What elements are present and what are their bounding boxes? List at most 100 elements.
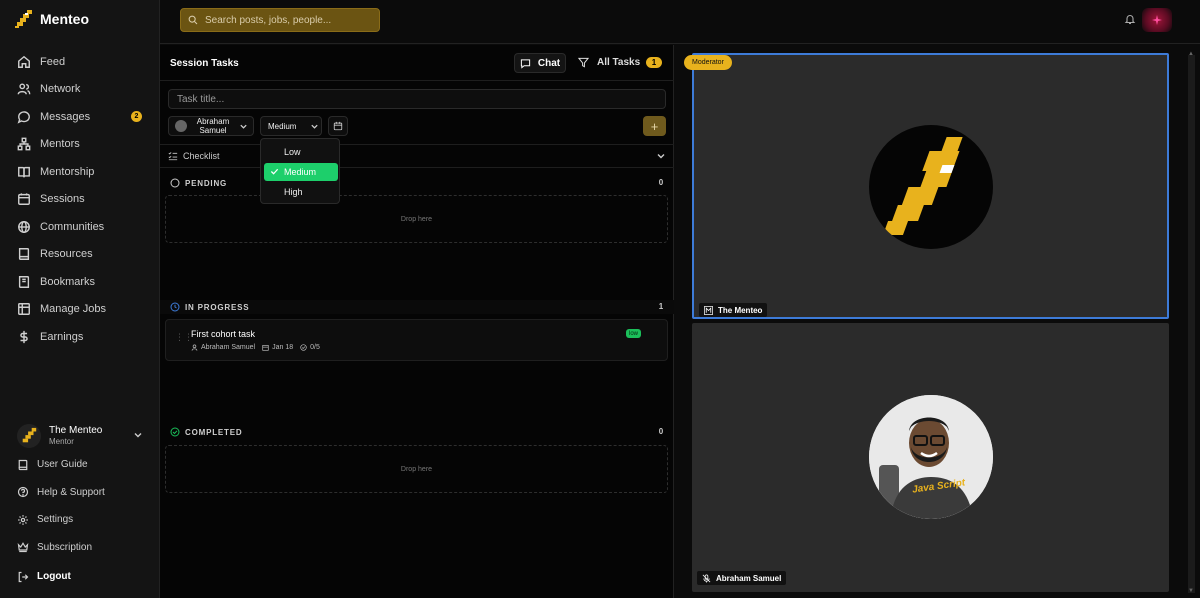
add-task-button[interactable]: + [643, 116, 666, 136]
sidebar-bottom-nav: User Guide Help & Support Settings Subsc… [0, 451, 160, 591]
sidebar-item-label: Manage Jobs [40, 303, 107, 316]
video-area: The Menteo Moderator Java Script Abraham… [675, 45, 1200, 598]
sidebar-item-communities[interactable]: Communities [0, 213, 160, 241]
sidebar-item-network[interactable]: Network [0, 76, 160, 104]
mic-off-icon [702, 573, 711, 583]
chevron-down-icon [134, 433, 142, 438]
message-icon [17, 111, 30, 124]
sidebar-item-resources[interactable]: Resources [0, 241, 160, 269]
profile-switcher[interactable]: The Menteo Mentor [17, 421, 147, 451]
completed-section-header: COMPLETED 0 [160, 425, 674, 439]
sidebar-item-settings[interactable]: Settings [0, 506, 160, 534]
sidebar-item-mentors[interactable]: Mentors [0, 131, 160, 159]
circle-icon [170, 178, 180, 188]
task-assignee: Abraham Samuel [191, 344, 255, 351]
avatar [175, 120, 187, 132]
sidebar-item-user-guide[interactable]: User Guide [0, 451, 160, 479]
bookmark-icon [18, 275, 30, 288]
sidebar-item-label: Earnings [40, 330, 84, 343]
calendar-icon [333, 121, 343, 131]
priority-option-low[interactable]: Low [264, 143, 338, 161]
priority-dropdown: Low Medium High [260, 138, 340, 204]
assignee-select[interactable]: Abraham Samuel [168, 116, 254, 136]
book-open-icon [18, 248, 30, 261]
priority-option-high[interactable]: High [264, 183, 338, 201]
task-date: Jan 18 [262, 344, 293, 351]
top-bar [160, 0, 1200, 44]
task-card[interactable]: ⋮⋮ First cohort task Abraham Samuel Jan … [165, 319, 668, 361]
panel-header: Session Tasks Chat All Tasks 1 [160, 45, 674, 81]
priority-option-medium[interactable]: Medium [264, 163, 338, 181]
moderator-badge: Moderator [684, 55, 732, 70]
participant-name-tag: The Menteo [699, 303, 768, 317]
sidebar-item-label: Mentors [40, 138, 80, 151]
menteo-logo-icon [15, 10, 32, 28]
in-progress-section-header: IN PROGRESS 1 [160, 300, 674, 314]
participant-avatar [869, 395, 993, 519]
sidebar-item-label: Bookmarks [40, 275, 96, 288]
sidebar-item-subscription[interactable]: Subscription [0, 534, 160, 562]
search-box[interactable] [180, 8, 380, 32]
checklist-toggle[interactable]: Checklist [160, 144, 674, 168]
all-tasks-label: All Tasks [597, 57, 641, 68]
sidebar: Menteo Feed Network Messages 2 Mentors M… [0, 0, 160, 598]
video-tile-moderator[interactable]: The Menteo [692, 53, 1169, 319]
scrollbar[interactable] [1188, 55, 1195, 593]
completed-dropzone[interactable]: Drop here [165, 445, 668, 493]
chevron-down-icon [311, 124, 319, 129]
sidebar-item-label: Network [40, 83, 81, 96]
participant-name-tag: Abraham Samuel [697, 571, 787, 585]
brand-name: Menteo [40, 11, 89, 27]
sidebar-item-help[interactable]: Help & Support [0, 479, 160, 507]
sidebar-item-mentorship[interactable]: Mentorship [0, 158, 160, 186]
brand[interactable]: Menteo [14, 9, 89, 29]
search-input[interactable] [205, 14, 375, 26]
video-tile-participant[interactable]: Java Script Abraham Samuel [692, 323, 1169, 592]
sidebar-item-sessions[interactable]: Sessions [0, 186, 160, 214]
due-date-button[interactable] [328, 116, 348, 136]
participant-name: Abraham Samuel [716, 573, 782, 583]
priority-value: Medium [268, 121, 297, 131]
network-icon [17, 137, 31, 151]
search-icon [188, 15, 198, 25]
sidebar-item-label: Settings [37, 514, 74, 526]
priority-select[interactable]: Medium [260, 116, 322, 136]
task-meta: Abraham Samuel Jan 18 0/5 [191, 344, 320, 351]
task-date-value: Jan 18 [272, 344, 294, 351]
sidebar-item-earnings[interactable]: Earnings [0, 323, 160, 351]
menteo-logo-icon [882, 137, 963, 235]
bell-icon[interactable] [1124, 13, 1136, 25]
guide-icon [18, 459, 28, 470]
home-icon [18, 55, 30, 68]
sidebar-item-label: Resources [40, 248, 93, 261]
pending-dropzone[interactable]: Drop here [165, 195, 668, 243]
sidebar-item-manage-jobs[interactable]: Manage Jobs [0, 296, 160, 324]
scroll-up-icon[interactable]: ▲ [1188, 51, 1194, 57]
logout-button[interactable]: Logout [0, 563, 160, 591]
in-progress-count: 1 [658, 302, 664, 311]
chat-button[interactable]: Chat [514, 53, 566, 73]
book-icon [18, 166, 30, 178]
pending-label: PENDING [185, 178, 228, 188]
sidebar-item-label: Sessions [40, 193, 85, 206]
profile-role: Mentor [49, 437, 74, 446]
checklist-icon [168, 152, 178, 161]
sidebar-item-messages[interactable]: Messages 2 [0, 103, 160, 131]
task-title: First cohort task [191, 329, 256, 339]
task-title-input[interactable] [168, 89, 666, 109]
sparkle-button[interactable] [1142, 8, 1172, 32]
all-tasks-filter[interactable]: All Tasks [578, 57, 640, 68]
scroll-down-icon[interactable]: ▼ [1188, 588, 1194, 594]
menteo-logo-icon [22, 427, 37, 443]
check-icon [270, 168, 279, 175]
completed-label: COMPLETED [185, 427, 243, 437]
sidebar-item-bookmarks[interactable]: Bookmarks [0, 268, 160, 296]
in-progress-label: IN PROGRESS [185, 302, 250, 312]
checklist-label-wrap: Checklist [168, 151, 220, 161]
sidebar-item-feed[interactable]: Feed [0, 48, 160, 76]
task-progress: 0/5 [300, 344, 320, 351]
pending-section-header: PENDING 0 [160, 176, 674, 190]
sidebar-item-label: Mentorship [40, 165, 95, 178]
logout-label: Logout [37, 571, 71, 583]
logout-icon [18, 571, 29, 582]
